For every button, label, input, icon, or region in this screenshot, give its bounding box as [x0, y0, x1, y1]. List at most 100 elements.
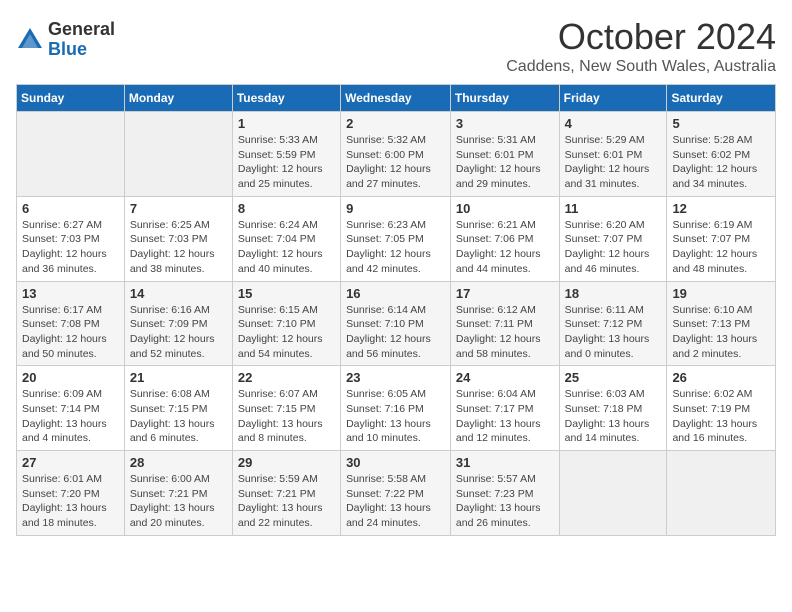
day-number: 3	[456, 116, 554, 131]
day-info: Sunrise: 6:17 AM Sunset: 7:08 PM Dayligh…	[22, 303, 119, 362]
day-info: Sunrise: 5:31 AM Sunset: 6:01 PM Dayligh…	[456, 133, 554, 192]
header-saturday: Saturday	[667, 85, 776, 112]
day-number: 4	[565, 116, 662, 131]
day-number: 15	[238, 286, 335, 301]
logo-blue-text: Blue	[48, 40, 115, 60]
location-title: Caddens, New South Wales, Australia	[506, 58, 776, 76]
day-number: 30	[346, 455, 445, 470]
day-info: Sunrise: 6:20 AM Sunset: 7:07 PM Dayligh…	[565, 218, 662, 277]
day-info: Sunrise: 5:33 AM Sunset: 5:59 PM Dayligh…	[238, 133, 335, 192]
calendar-cell: 21 Sunrise: 6:08 AM Sunset: 7:15 PM Dayli…	[124, 366, 232, 451]
day-number: 11	[565, 201, 662, 216]
header: General Blue October 2024 Caddens, New S…	[16, 16, 776, 76]
day-info: Sunrise: 6:00 AM Sunset: 7:21 PM Dayligh…	[130, 472, 227, 531]
day-number: 27	[22, 455, 119, 470]
calendar-cell: 22 Sunrise: 6:07 AM Sunset: 7:15 PM Dayli…	[232, 366, 340, 451]
day-info: Sunrise: 6:01 AM Sunset: 7:20 PM Dayligh…	[22, 472, 119, 531]
day-info: Sunrise: 6:15 AM Sunset: 7:10 PM Dayligh…	[238, 303, 335, 362]
day-info: Sunrise: 6:16 AM Sunset: 7:09 PM Dayligh…	[130, 303, 227, 362]
title-area: October 2024 Caddens, New South Wales, A…	[506, 16, 776, 76]
calendar-cell: 29Sunrise: 5:59 AM Sunset: 7:21 PM Dayli…	[232, 451, 340, 536]
day-info: Sunrise: 5:29 AM Sunset: 6:01 PM Dayligh…	[565, 133, 662, 192]
day-number: 2	[346, 116, 445, 131]
calendar-cell: 5 Sunrise: 5:28 AM Sunset: 6:02 PM Daylig…	[667, 112, 776, 197]
calendar-cell	[559, 451, 667, 536]
day-info: Sunrise: 5:28 AM Sunset: 6:02 PM Dayligh…	[672, 133, 770, 192]
calendar-cell: 8Sunrise: 6:24 AM Sunset: 7:04 PM Daylig…	[232, 196, 340, 281]
day-info: Sunrise: 6:05 AM Sunset: 7:16 PM Dayligh…	[346, 387, 445, 446]
calendar-cell: 13 Sunrise: 6:17 AM Sunset: 7:08 PM Dayli…	[17, 281, 125, 366]
calendar-cell: 9 Sunrise: 6:23 AM Sunset: 7:05 PM Daylig…	[341, 196, 451, 281]
day-number: 25	[565, 370, 662, 385]
day-number: 6	[22, 201, 119, 216]
calendar-cell: 19 Sunrise: 6:10 AM Sunset: 7:13 PM Dayli…	[667, 281, 776, 366]
calendar-cell: 11 Sunrise: 6:20 AM Sunset: 7:07 PM Dayli…	[559, 196, 667, 281]
day-number: 9	[346, 201, 445, 216]
header-tuesday: Tuesday	[232, 85, 340, 112]
header-monday: Monday	[124, 85, 232, 112]
day-number: 23	[346, 370, 445, 385]
day-number: 10	[456, 201, 554, 216]
day-number: 26	[672, 370, 770, 385]
calendar-cell: 10Sunrise: 6:21 AM Sunset: 7:06 PM Dayli…	[450, 196, 559, 281]
header-thursday: Thursday	[450, 85, 559, 112]
day-info: Sunrise: 6:10 AM Sunset: 7:13 PM Dayligh…	[672, 303, 770, 362]
day-info: Sunrise: 6:12 AM Sunset: 7:11 PM Dayligh…	[456, 303, 554, 362]
day-info: Sunrise: 6:14 AM Sunset: 7:10 PM Dayligh…	[346, 303, 445, 362]
day-info: Sunrise: 5:57 AM Sunset: 7:23 PM Dayligh…	[456, 472, 554, 531]
calendar-cell: 16 Sunrise: 6:14 AM Sunset: 7:10 PM Dayli…	[341, 281, 451, 366]
calendar-cell: 23 Sunrise: 6:05 AM Sunset: 7:16 PM Dayli…	[341, 366, 451, 451]
day-number: 13	[22, 286, 119, 301]
calendar-cell: 2 Sunrise: 5:32 AM Sunset: 6:00 PM Daylig…	[341, 112, 451, 197]
calendar-cell: 12Sunrise: 6:19 AM Sunset: 7:07 PM Dayli…	[667, 196, 776, 281]
week-row-2: 13 Sunrise: 6:17 AM Sunset: 7:08 PM Dayli…	[17, 281, 776, 366]
week-row-4: 27 Sunrise: 6:01 AM Sunset: 7:20 PM Dayli…	[17, 451, 776, 536]
day-number: 17	[456, 286, 554, 301]
day-number: 19	[672, 286, 770, 301]
day-number: 16	[346, 286, 445, 301]
day-info: Sunrise: 6:07 AM Sunset: 7:15 PM Dayligh…	[238, 387, 335, 446]
calendar-cell: 27 Sunrise: 6:01 AM Sunset: 7:20 PM Dayli…	[17, 451, 125, 536]
calendar-cell: 3 Sunrise: 5:31 AM Sunset: 6:01 PM Daylig…	[450, 112, 559, 197]
day-info: Sunrise: 5:59 AM Sunset: 7:21 PM Dayligh…	[238, 472, 335, 531]
month-title: October 2024	[506, 16, 776, 58]
calendar-cell: 30 Sunrise: 5:58 AM Sunset: 7:22 PM Dayli…	[341, 451, 451, 536]
header-friday: Friday	[559, 85, 667, 112]
calendar-cell: 24 Sunrise: 6:04 AM Sunset: 7:17 PM Dayli…	[450, 366, 559, 451]
day-info: Sunrise: 6:24 AM Sunset: 7:04 PM Dayligh…	[238, 218, 335, 277]
day-number: 12	[672, 201, 770, 216]
calendar-cell: 26 Sunrise: 6:02 AM Sunset: 7:19 PM Dayli…	[667, 366, 776, 451]
day-info: Sunrise: 6:25 AM Sunset: 7:03 PM Dayligh…	[130, 218, 227, 277]
day-info: Sunrise: 6:04 AM Sunset: 7:17 PM Dayligh…	[456, 387, 554, 446]
day-number: 5	[672, 116, 770, 131]
week-row-3: 20Sunrise: 6:09 AM Sunset: 7:14 PM Dayli…	[17, 366, 776, 451]
day-number: 28	[130, 455, 227, 470]
day-info: Sunrise: 6:27 AM Sunset: 7:03 PM Dayligh…	[22, 218, 119, 277]
day-number: 18	[565, 286, 662, 301]
day-headers-row: SundayMondayTuesdayWednesdayThursdayFrid…	[17, 85, 776, 112]
day-number: 21	[130, 370, 227, 385]
header-wednesday: Wednesday	[341, 85, 451, 112]
calendar-cell: 25Sunrise: 6:03 AM Sunset: 7:18 PM Dayli…	[559, 366, 667, 451]
week-row-1: 6 Sunrise: 6:27 AM Sunset: 7:03 PM Daylig…	[17, 196, 776, 281]
day-info: Sunrise: 5:32 AM Sunset: 6:00 PM Dayligh…	[346, 133, 445, 192]
calendar-cell: 28 Sunrise: 6:00 AM Sunset: 7:21 PM Dayli…	[124, 451, 232, 536]
day-info: Sunrise: 6:08 AM Sunset: 7:15 PM Dayligh…	[130, 387, 227, 446]
calendar-cell: 6 Sunrise: 6:27 AM Sunset: 7:03 PM Daylig…	[17, 196, 125, 281]
day-info: Sunrise: 6:23 AM Sunset: 7:05 PM Dayligh…	[346, 218, 445, 277]
day-number: 14	[130, 286, 227, 301]
calendar-cell: 20Sunrise: 6:09 AM Sunset: 7:14 PM Dayli…	[17, 366, 125, 451]
day-number: 7	[130, 201, 227, 216]
day-number: 24	[456, 370, 554, 385]
day-info: Sunrise: 6:02 AM Sunset: 7:19 PM Dayligh…	[672, 387, 770, 446]
logo-icon	[16, 26, 44, 54]
calendar-cell	[667, 451, 776, 536]
day-number: 31	[456, 455, 554, 470]
day-number: 1	[238, 116, 335, 131]
day-info: Sunrise: 6:11 AM Sunset: 7:12 PM Dayligh…	[565, 303, 662, 362]
day-number: 22	[238, 370, 335, 385]
logo-text: General Blue	[48, 20, 115, 60]
calendar-cell: 31 Sunrise: 5:57 AM Sunset: 7:23 PM Dayli…	[450, 451, 559, 536]
calendar-cell: 1 Sunrise: 5:33 AM Sunset: 5:59 PM Daylig…	[232, 112, 340, 197]
day-info: Sunrise: 5:58 AM Sunset: 7:22 PM Dayligh…	[346, 472, 445, 531]
